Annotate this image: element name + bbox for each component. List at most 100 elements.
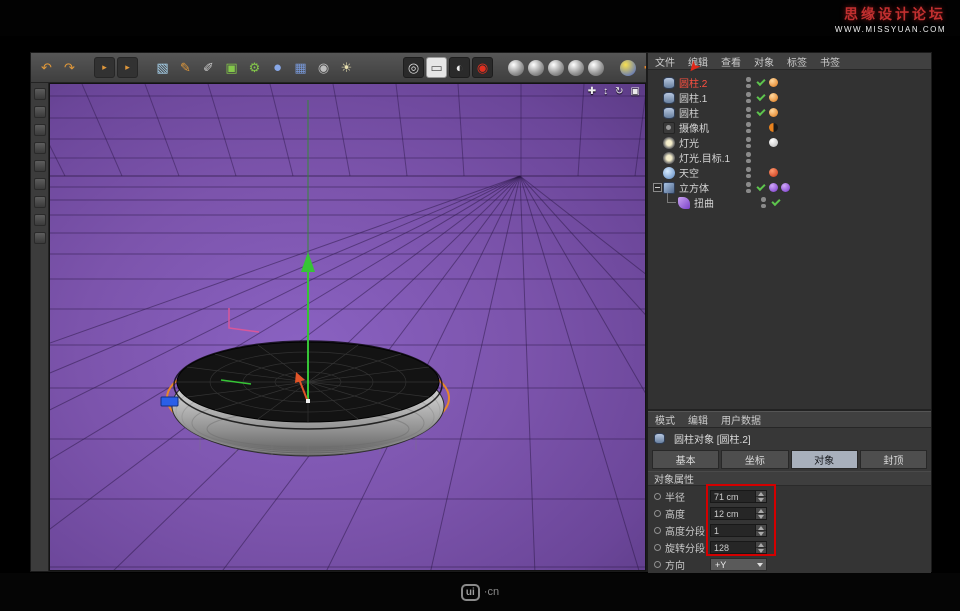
radius-input[interactable]: 71 cm [710, 490, 767, 503]
edges-mode-icon[interactable] [34, 160, 46, 172]
viewport-canvas[interactable] [50, 84, 646, 571]
object-row-camera[interactable]: 摄像机 [648, 120, 931, 135]
spinner-arrows[interactable] [755, 525, 766, 536]
object-label[interactable]: 立方体 [679, 180, 743, 195]
object-label[interactable]: 扭曲 [694, 195, 758, 210]
scale-handle[interactable] [161, 397, 178, 406]
radius-value[interactable]: 71 cm [711, 491, 755, 502]
keyframe-circle-icon[interactable] [654, 510, 661, 517]
texture-mode-icon[interactable] [34, 106, 46, 118]
menu-mode[interactable]: 模式 [655, 412, 675, 427]
phong-tag-icon[interactable] [769, 108, 778, 117]
spinner-arrows[interactable] [755, 491, 766, 502]
tab-coordinates[interactable]: 坐标 [721, 450, 788, 469]
field-plane-icon[interactable]: ▦ [290, 57, 311, 78]
enabled-check-icon[interactable] [755, 137, 766, 148]
3d-viewport[interactable]: ✚ ↕ ↻ ▣ [49, 83, 646, 571]
keyframe-circle-icon[interactable] [654, 544, 661, 551]
object-row-cube[interactable]: 立方体 [648, 180, 931, 195]
add-cube-icon[interactable]: ▧ [152, 57, 173, 78]
object-label[interactable]: 圆柱.2 [679, 75, 743, 90]
visibility-dots[interactable] [746, 122, 751, 133]
camera-tool-icon[interactable]: ◉ [313, 57, 334, 78]
metaball-icon[interactable]: ● [267, 57, 288, 78]
orientation-dropdown[interactable]: +Y [710, 558, 767, 571]
zoom-view-icon[interactable]: ↕ [603, 86, 608, 97]
material-tag-icon[interactable] [769, 183, 778, 192]
keyframe-circle-icon[interactable] [654, 527, 661, 534]
toggle-view-icon[interactable]: ▣ [631, 86, 640, 97]
visibility-dots[interactable] [746, 137, 751, 148]
rotate-view-icon[interactable]: ↻ [615, 86, 623, 97]
menu-view[interactable]: 查看 [721, 54, 741, 69]
enabled-check-icon[interactable] [755, 92, 766, 103]
collapse-expander-icon[interactable] [653, 183, 662, 192]
object-label[interactable]: 圆柱 [679, 105, 743, 120]
shading-sphere-icon[interactable] [620, 60, 636, 76]
volume-builder-icon[interactable]: ▣ [221, 57, 242, 78]
height-segments-input[interactable]: 1 [710, 524, 767, 537]
tab-basic[interactable]: 基本 [652, 450, 719, 469]
render-settings-icon[interactable]: ◐ [449, 57, 470, 78]
material-sphere-icon[interactable] [528, 60, 544, 76]
enabled-check-icon[interactable] [755, 122, 766, 133]
axis-lock-icon[interactable] [34, 196, 46, 208]
render-region-icon[interactable]: ▭ [426, 57, 447, 78]
redo-icon[interactable]: ↷ [59, 57, 80, 78]
rotation-segments-value[interactable]: 128 [711, 542, 755, 553]
sculpt-tool-icon[interactable]: ✐ [198, 57, 219, 78]
visibility-dots[interactable] [746, 167, 751, 178]
tab-object[interactable]: 对象 [791, 450, 858, 469]
cylinder-object[interactable] [161, 100, 449, 456]
menu-file[interactable]: 文件 [655, 54, 675, 69]
object-row-light[interactable]: 灯光 [648, 135, 931, 150]
workplane-mode-icon[interactable] [34, 124, 46, 136]
phong-tag-icon[interactable] [769, 78, 778, 87]
keyframe-circle-icon[interactable] [654, 561, 661, 568]
menu-object[interactable]: 对象 [754, 54, 774, 69]
object-row-bend[interactable]: 扭曲 [648, 195, 931, 210]
rotation-segments-input[interactable]: 128 [710, 541, 767, 554]
render-camera-icon[interactable]: ◉ [472, 57, 493, 78]
object-row-cylinder[interactable]: 圆柱 [648, 105, 931, 120]
object-label[interactable]: 摄像机 [679, 120, 743, 135]
target-tag-icon[interactable] [769, 123, 778, 132]
keyframe-circle-icon[interactable] [654, 493, 661, 500]
generator-icon[interactable]: ⚙ [244, 57, 265, 78]
enabled-check-icon[interactable] [755, 77, 766, 88]
material-sphere-icon[interactable] [568, 60, 584, 76]
material-sphere-icon[interactable] [548, 60, 564, 76]
spinner-arrows[interactable] [755, 542, 766, 553]
object-row-cylinder-1[interactable]: 圆柱.1 [648, 90, 931, 105]
pan-view-icon[interactable]: ✚ [588, 86, 596, 97]
object-row-sky[interactable]: 天空 [648, 165, 931, 180]
viewport-filter-icon[interactable] [34, 232, 46, 244]
render-view-icon[interactable]: ◎ [403, 57, 424, 78]
height-segments-value[interactable]: 1 [711, 525, 755, 536]
visibility-dots[interactable] [761, 197, 766, 208]
keyframe-nav-icon[interactable]: ▸ [117, 57, 138, 78]
visibility-dots[interactable] [746, 77, 751, 88]
menu-edit[interactable]: 编辑 [688, 412, 708, 427]
visibility-dots[interactable] [746, 182, 751, 193]
undo-icon[interactable]: ↶ [36, 57, 57, 78]
object-label[interactable]: 天空 [679, 165, 743, 180]
tab-caps[interactable]: 封顶 [860, 450, 927, 469]
visibility-dots[interactable] [746, 107, 751, 118]
spinner-arrows[interactable] [755, 508, 766, 519]
enabled-check-icon[interactable] [755, 182, 766, 193]
visibility-dots[interactable] [746, 152, 751, 163]
gizmo-center[interactable] [306, 399, 310, 403]
snap-toggle-icon[interactable] [34, 214, 46, 226]
object-label[interactable]: 圆柱.1 [679, 90, 743, 105]
y-axis-arrowhead[interactable] [301, 252, 315, 272]
enabled-check-icon[interactable] [755, 107, 766, 118]
menu-tags[interactable]: 标签 [787, 54, 807, 69]
model-mode-icon[interactable] [34, 88, 46, 100]
light-tool-icon[interactable]: ☀ [336, 57, 357, 78]
material-sphere-icon[interactable] [508, 60, 524, 76]
light-tag-icon[interactable] [769, 138, 778, 147]
sky-material-tag-icon[interactable] [769, 168, 778, 177]
height-input[interactable]: 12 cm [710, 507, 767, 520]
points-mode-icon[interactable] [34, 142, 46, 154]
